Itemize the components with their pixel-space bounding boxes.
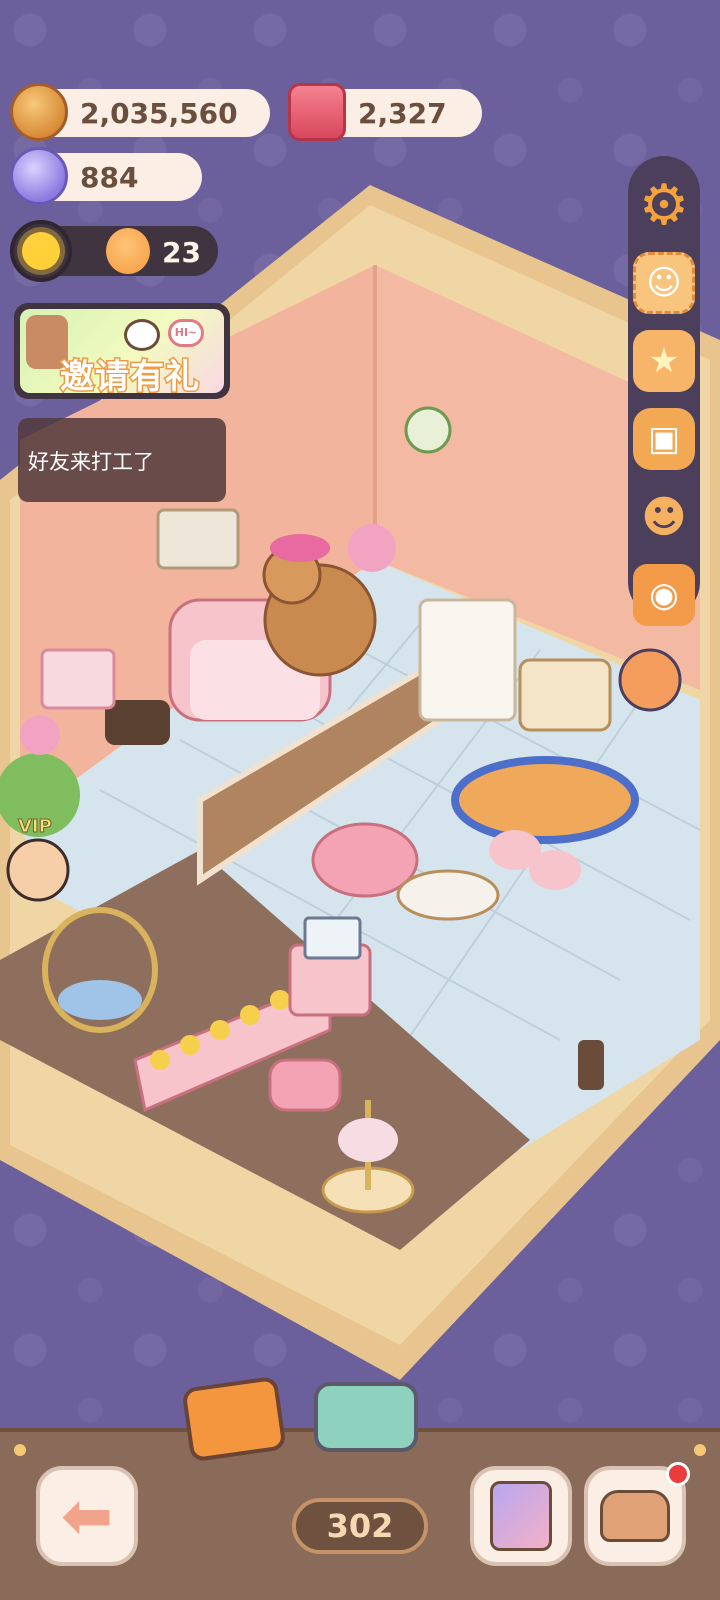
bag-icon: ▣	[647, 419, 681, 459]
furniture-button[interactable]	[584, 1462, 690, 1566]
radio	[105, 700, 170, 745]
star-shop-button[interactable]: ★	[633, 330, 695, 392]
friends-work-text: 好友来打工了	[28, 450, 154, 474]
level-value: 302	[326, 1507, 394, 1545]
vip-character	[6, 838, 70, 902]
coin-counter[interactable]: 2,035,560	[10, 83, 270, 141]
candy-icon	[10, 147, 68, 205]
gem-value: 2,327	[358, 96, 447, 130]
wall-picture	[40, 648, 116, 710]
sun-count: 23	[162, 236, 201, 269]
cookie-coin-icon	[10, 83, 68, 141]
invite-label: 邀请有礼	[59, 356, 201, 394]
hi-bubble: HI~	[168, 319, 204, 347]
sun-icon	[10, 220, 72, 282]
sun-status-bar[interactable]: 23	[10, 220, 218, 282]
camera-button[interactable]: ◉	[633, 564, 695, 626]
key-cards-button[interactable]	[470, 1466, 572, 1566]
smiley-icon	[124, 319, 160, 351]
paw-chair	[529, 850, 581, 890]
wall-wreath	[404, 406, 452, 454]
candy-value: 884	[80, 160, 139, 194]
photo-share-button[interactable]	[314, 1382, 418, 1452]
settings-button[interactable]: ⚙	[633, 172, 695, 238]
key-card-icon	[490, 1481, 552, 1551]
recipe-book-button[interactable]	[181, 1375, 287, 1463]
level-badge: 302	[292, 1498, 428, 1554]
candy-counter[interactable]: 884	[10, 147, 202, 205]
arrow-left-icon: ⬅	[61, 1479, 113, 1552]
pin-decoration	[14, 1444, 26, 1456]
friends-icon: ☻	[641, 491, 687, 543]
side-table	[518, 658, 612, 732]
friends-work-notice[interactable]: 好友来打工了	[18, 418, 226, 502]
cookie-face-icon	[106, 228, 150, 274]
flower-vase	[348, 524, 396, 572]
friends-button[interactable]: ☻	[633, 486, 695, 548]
gear-icon: ⚙	[638, 172, 690, 238]
invite-banner[interactable]: HI~ 邀请有礼	[14, 303, 230, 399]
stamp-button[interactable]: ☺	[633, 252, 695, 314]
vip-label: VIP	[18, 816, 52, 837]
notification-dot	[666, 1462, 690, 1486]
teddy-hat	[270, 534, 330, 562]
sofa-icon	[600, 1490, 670, 1542]
white-cabinet	[418, 598, 517, 722]
coffee-table	[396, 869, 500, 921]
camera-icon: ◉	[649, 575, 679, 615]
pink-chair	[268, 1058, 342, 1112]
coin-value: 2,035,560	[80, 96, 238, 130]
bottom-tabs	[170, 1375, 430, 1463]
star-icon: ★	[648, 341, 680, 381]
pin-decoration	[694, 1444, 706, 1456]
rainbow-jar	[618, 648, 682, 712]
jelly-gem-icon	[288, 83, 346, 141]
right-sidebar: ⚙ ☺ ★ ▣ ☻ ◉	[628, 156, 700, 626]
window-frame	[156, 508, 240, 570]
tiger-rug	[451, 756, 639, 844]
backpack-button[interactable]: ▣	[633, 408, 695, 470]
gem-counter[interactable]: 2,327	[288, 83, 482, 141]
umbrella-stand	[578, 1040, 604, 1090]
back-button[interactable]: ⬅	[36, 1466, 138, 1566]
stamp-icon: ☺	[646, 263, 682, 303]
